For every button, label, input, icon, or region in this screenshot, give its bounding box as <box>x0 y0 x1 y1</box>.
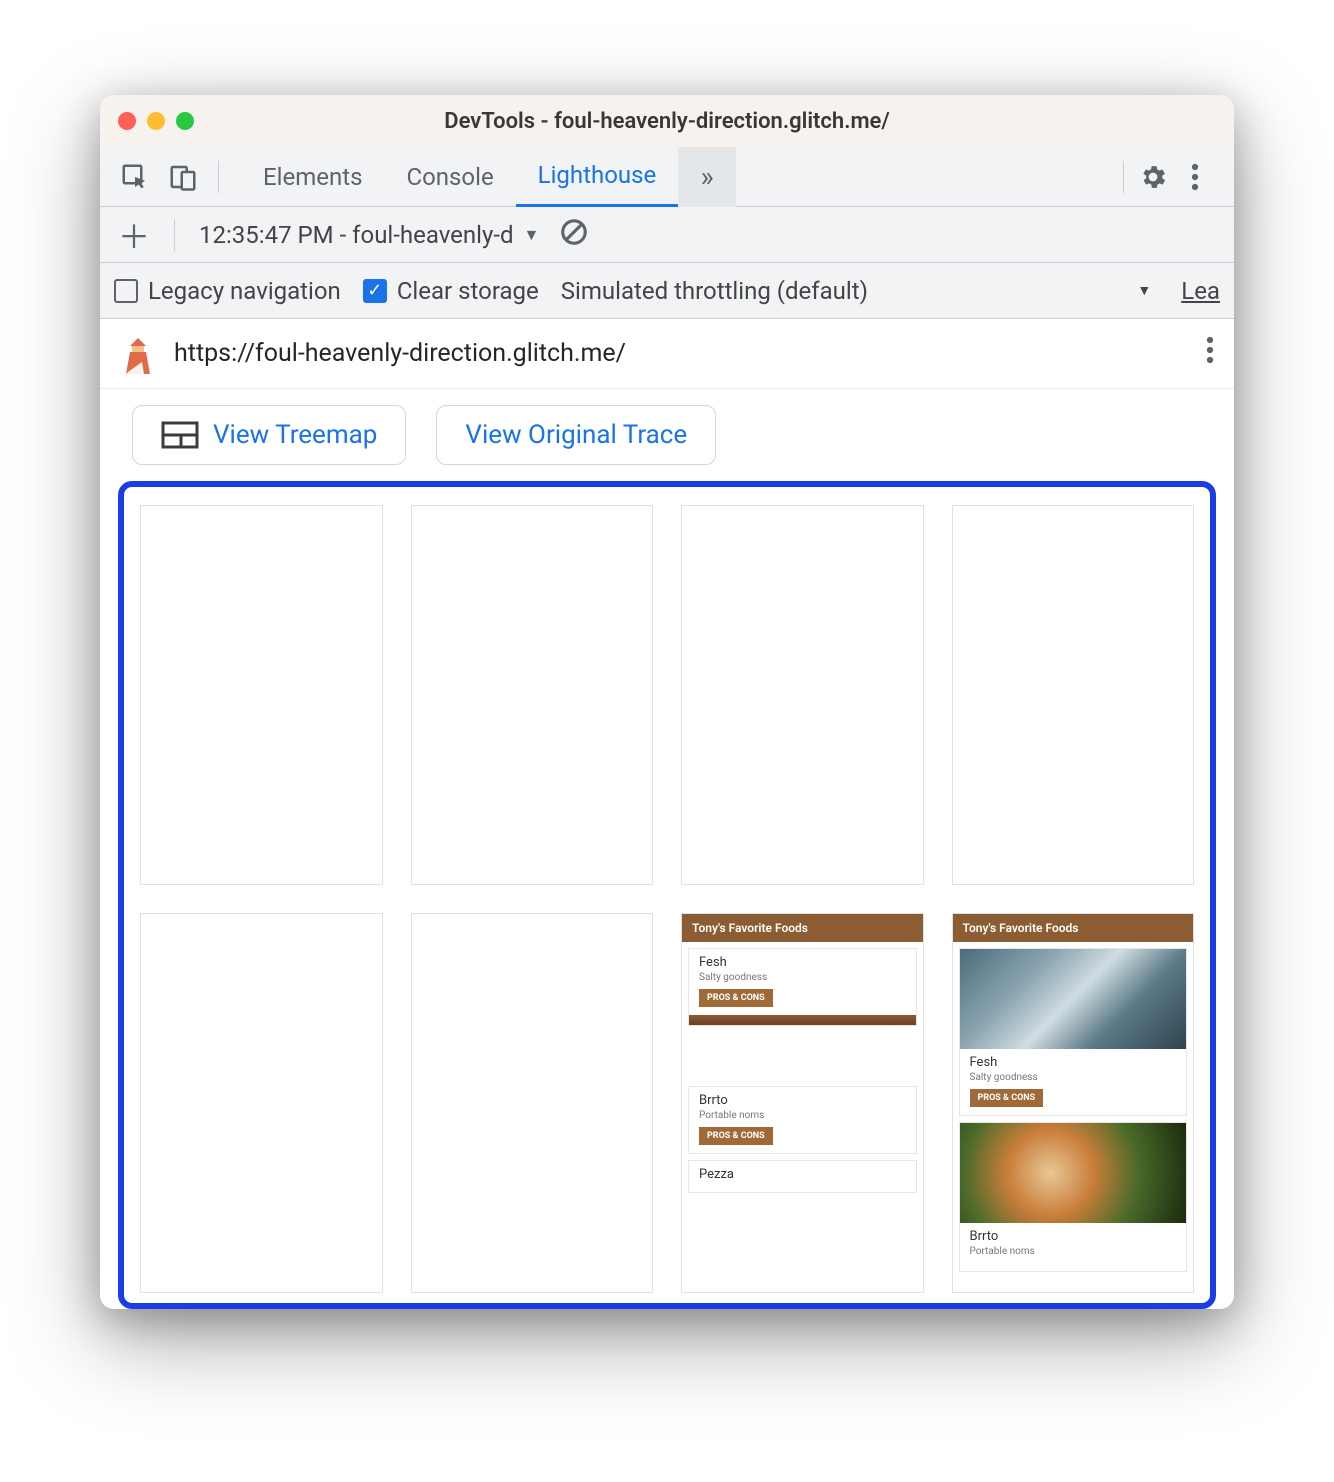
preview-item-sub: Portable noms <box>699 1110 906 1121</box>
preview-card: Fesh Salty goodness PROS & CONS <box>959 948 1188 1116</box>
devtools-window: DevTools - foul-heavenly-direction.glitc… <box>100 95 1234 1309</box>
checkbox-unchecked-icon <box>114 279 138 303</box>
preview-card: Brrto Portable noms PROS & CONS <box>688 1086 917 1154</box>
filmstrip-frame[interactable] <box>952 505 1195 885</box>
legacy-navigation-checkbox[interactable]: Legacy navigation <box>114 277 341 305</box>
minimize-window-button[interactable] <box>147 112 165 130</box>
report-selector[interactable]: 12:35:47 PM - foul-heavenly-d ▼ <box>199 221 539 249</box>
preview-item-title: Pezza <box>699 1167 906 1182</box>
report-toolbar: ＋ 12:35:47 PM - foul-heavenly-d ▼ <box>100 207 1234 263</box>
divider <box>174 219 175 251</box>
tab-overflow[interactable]: » <box>678 147 736 207</box>
report-menu-icon[interactable] <box>1206 335 1214 372</box>
preview-item-sub: Portable noms <box>970 1246 1177 1257</box>
close-window-button[interactable] <box>118 112 136 130</box>
divider <box>1123 161 1124 193</box>
preview-item-sub: Salty goodness <box>970 1072 1177 1083</box>
chevron-down-icon: ▼ <box>524 225 540 245</box>
url-bar: https://foul-heavenly-direction.glitch.m… <box>100 319 1234 389</box>
preview-item-title: Brrto <box>970 1229 1177 1244</box>
filmstrip-frame[interactable] <box>681 505 924 885</box>
lighthouse-icon <box>120 334 156 374</box>
clear-storage-label: Clear storage <box>397 277 539 305</box>
chevron-down-icon[interactable]: ▼ <box>1137 282 1151 299</box>
preview-item-title: Brrto <box>699 1093 906 1108</box>
view-original-trace-button[interactable]: View Original Trace <box>436 405 716 465</box>
filmstrip-frame[interactable] <box>411 505 654 885</box>
filmstrip-frame[interactable]: Tony's Favorite Foods Fesh Salty goodnes… <box>681 913 924 1293</box>
filmstrip-frame[interactable] <box>140 505 383 885</box>
audited-url: https://foul-heavenly-direction.glitch.m… <box>174 339 1188 368</box>
filmstrip-frame[interactable] <box>411 913 654 1293</box>
divider <box>218 161 219 193</box>
tab-console[interactable]: Console <box>384 147 515 207</box>
preview-item-button: PROS & CONS <box>699 1127 773 1145</box>
preview-item-button: PROS & CONS <box>970 1089 1044 1107</box>
lighthouse-options: Legacy navigation ✓ Clear storage Simula… <box>100 263 1234 319</box>
report-selector-label: 12:35:47 PM - foul-heavenly-d <box>199 221 514 249</box>
preview-item-title: Fesh <box>699 955 906 970</box>
preview-image <box>689 1015 916 1025</box>
filmstrip-frame[interactable]: Tony's Favorite Foods Fesh Salty goodnes… <box>952 913 1195 1293</box>
view-treemap-button[interactable]: View Treemap <box>132 405 406 465</box>
preview-card: Pezza <box>688 1160 917 1193</box>
inspect-element-icon[interactable] <box>118 160 152 194</box>
preview-header: Tony's Favorite Foods <box>953 914 1194 942</box>
devtools-tabbar: Elements Console Lighthouse » <box>100 147 1234 207</box>
tab-lighthouse[interactable]: Lighthouse <box>516 147 679 207</box>
preview-image <box>960 1123 1187 1223</box>
view-treemap-label: View Treemap <box>213 420 377 450</box>
treemap-icon <box>161 421 199 449</box>
legacy-navigation-label: Legacy navigation <box>148 277 341 305</box>
throttling-label: Simulated throttling (default) <box>561 277 868 305</box>
titlebar: DevTools - foul-heavenly-direction.glitc… <box>100 95 1234 147</box>
preview-item-button: PROS & CONS <box>699 989 773 1007</box>
preview-item-title: Fesh <box>970 1055 1177 1070</box>
window-controls <box>118 112 194 130</box>
filmstrip-frame[interactable] <box>140 913 383 1293</box>
learn-more-link[interactable]: Lea <box>1181 277 1220 305</box>
device-toolbar-icon[interactable] <box>166 160 200 194</box>
view-trace-label: View Original Trace <box>465 420 687 450</box>
preview-item-sub: Salty goodness <box>699 972 906 983</box>
report-content: View Treemap View Original Trace Tony's … <box>100 389 1234 1309</box>
clear-storage-checkbox[interactable]: ✓ Clear storage <box>363 277 539 305</box>
filmstrip: Tony's Favorite Foods Fesh Salty goodnes… <box>118 481 1216 1309</box>
tab-elements[interactable]: Elements <box>241 147 384 207</box>
preview-image <box>960 949 1187 1049</box>
gear-icon[interactable] <box>1136 160 1170 194</box>
window-title: DevTools - foul-heavenly-direction.glitc… <box>116 109 1218 134</box>
maximize-window-button[interactable] <box>176 112 194 130</box>
cancel-icon[interactable] <box>559 217 589 253</box>
new-report-button[interactable]: ＋ <box>118 212 150 258</box>
kebab-menu-icon[interactable] <box>1178 160 1212 194</box>
preview-card: Brrto Portable noms <box>959 1122 1188 1272</box>
preview-card: Fesh Salty goodness PROS & CONS <box>688 948 917 1026</box>
preview-header: Tony's Favorite Foods <box>682 914 923 942</box>
checkbox-checked-icon: ✓ <box>363 279 387 303</box>
